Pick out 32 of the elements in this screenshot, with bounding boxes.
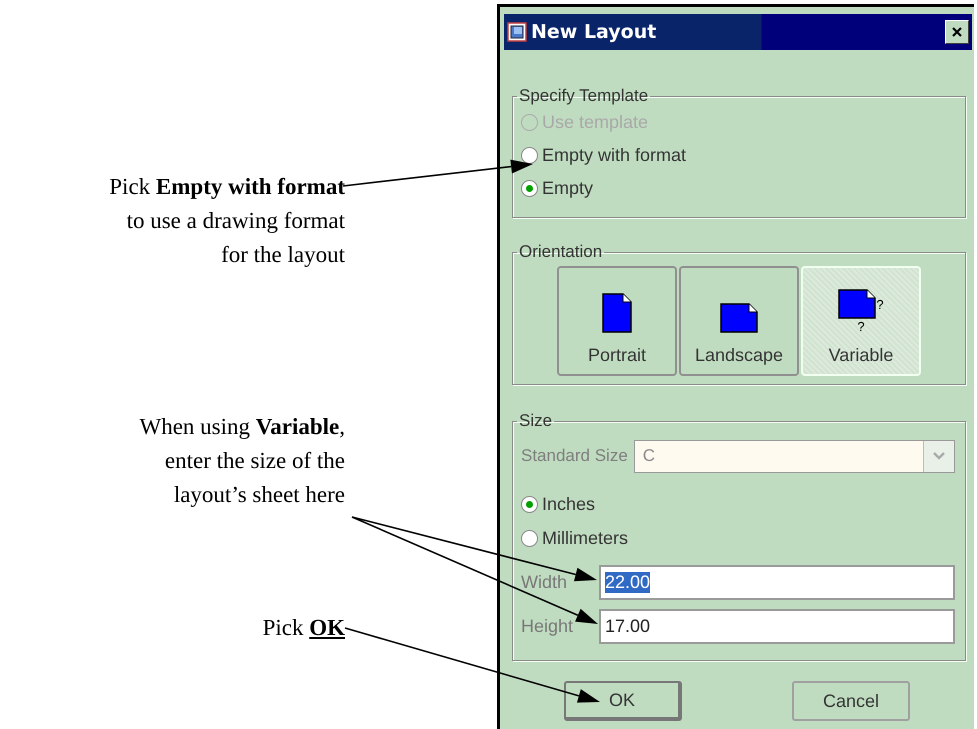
group-label: Orientation <box>518 242 604 262</box>
window-title: New Layout <box>531 21 658 43</box>
radio-button[interactable] <box>521 530 538 546</box>
field-label: Standard Size <box>521 446 628 466</box>
input-field[interactable]: 17.00 <box>599 608 955 644</box>
callout-text: When using Variable, enter the size of the layout’s sheet here <box>139 413 345 509</box>
size-dropdown: C <box>634 440 955 472</box>
page-icon <box>720 303 758 333</box>
radio-label[interactable]: Empty with format <box>542 145 686 166</box>
close-icon <box>951 26 963 38</box>
page-icon <box>602 293 632 333</box>
input-field[interactable]: 22.00 <box>599 564 955 600</box>
field-label: Height <box>521 616 574 636</box>
ok-button[interactable]: OK <box>564 681 682 721</box>
radio-button[interactable] <box>521 496 538 512</box>
group-label: Size <box>518 411 554 431</box>
cancel-button[interactable]: Cancel <box>792 681 910 721</box>
radio-button[interactable] <box>521 180 538 197</box>
orientation-button[interactable]: ? ? Variable <box>801 266 921 376</box>
orientation-button[interactable]: Portrait <box>557 266 677 376</box>
app-icon <box>507 22 527 42</box>
radio-label[interactable]: Inches <box>542 494 596 514</box>
group-label: Specify Template <box>518 86 650 106</box>
chevron-down-icon <box>932 451 946 461</box>
callout-text: Pick OK <box>262 614 345 642</box>
field-label: Width <box>521 572 568 592</box>
callout-text: Pick Empty with format to use a drawing format for the layout <box>109 173 345 269</box>
orientation-button[interactable]: Landscape <box>679 266 799 376</box>
radio-label[interactable]: Millimeters <box>542 528 628 548</box>
radio-label[interactable]: Empty <box>542 178 594 199</box>
radio-button[interactable] <box>521 147 538 164</box>
close-button[interactable] <box>945 20 969 44</box>
